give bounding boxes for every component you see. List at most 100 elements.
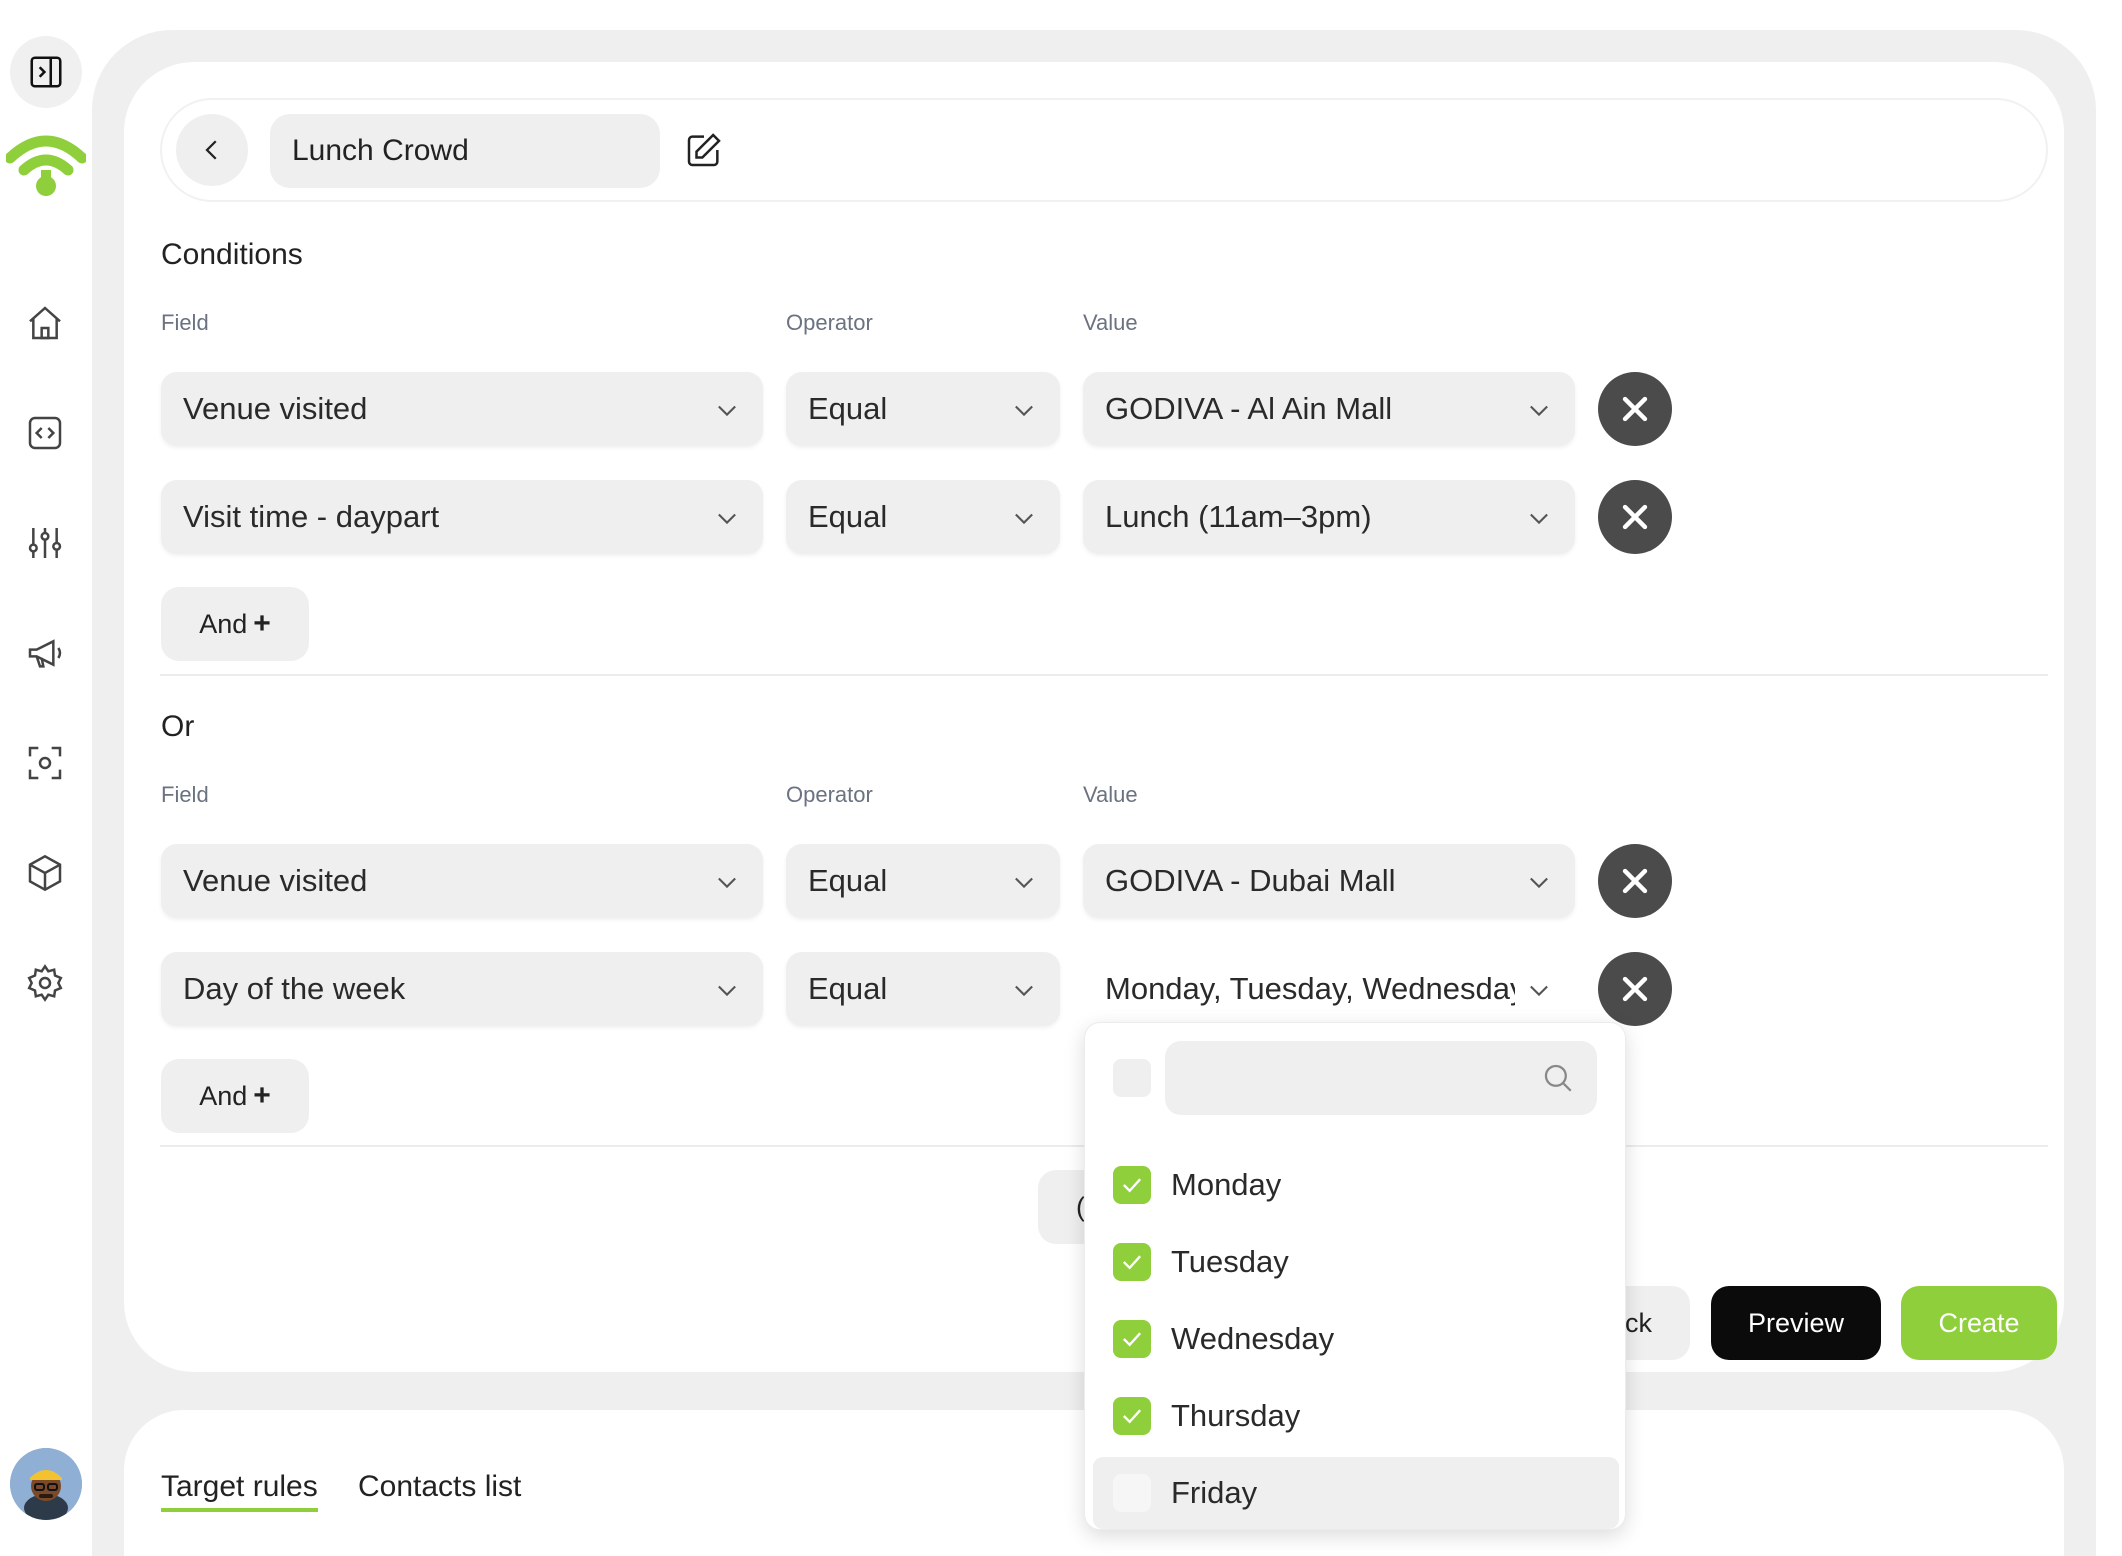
dropdown-option-friday[interactable]: Friday	[1093, 1457, 1619, 1529]
value-label: Value	[1083, 782, 1138, 807]
megaphone-icon	[28, 639, 62, 668]
field-select[interactable]: Venue visited	[161, 844, 763, 918]
nav-home[interactable]	[22, 300, 68, 346]
nav-campaigns[interactable]	[22, 630, 68, 676]
value-select-value: GODIVA - Dubai Mall	[1105, 863, 1396, 898]
checkbox-unchecked[interactable]	[1113, 1474, 1151, 1512]
dropdown-option-monday[interactable]: Monday	[1093, 1149, 1619, 1221]
value-select[interactable]: GODIVA - Dubai Mall	[1083, 844, 1575, 918]
divider	[160, 674, 2048, 676]
nav-settings[interactable]	[22, 960, 68, 1006]
select-all-checkbox[interactable]	[1113, 1059, 1151, 1097]
remove-condition-button[interactable]	[1598, 480, 1672, 554]
search-icon	[1544, 1064, 1572, 1092]
operator-label: Operator	[786, 782, 873, 807]
checkbox-checked[interactable]	[1113, 1166, 1151, 1204]
conditions-title: Conditions	[161, 238, 303, 271]
nav-code[interactable]	[22, 410, 68, 456]
sidebar-toggle-icon	[30, 56, 62, 88]
back-step-label: ck	[1625, 1307, 1652, 1338]
value-select[interactable]: GODIVA - Al Ain Mall	[1083, 372, 1575, 446]
chevron-down-icon	[718, 513, 736, 525]
chevron-down-icon	[1015, 877, 1033, 889]
cube-icon	[28, 854, 62, 892]
sidebar-toggle-button[interactable]	[10, 36, 82, 108]
tab-contacts-list[interactable]: Contacts list	[358, 1470, 521, 1504]
segment-name-field[interactable]: Lunch Crowd	[270, 114, 660, 188]
value-select-value: GODIVA - Al Ain Mall	[1105, 391, 1393, 426]
nav-filters[interactable]	[22, 520, 68, 566]
create-button[interactable]: Create	[1901, 1286, 2057, 1360]
value-select-value: Lunch (11am–3pm)	[1105, 499, 1372, 534]
dropdown-option-tuesday[interactable]: Tuesday	[1093, 1226, 1619, 1298]
gear-icon	[27, 964, 63, 1002]
preview-button[interactable]: Preview	[1711, 1286, 1881, 1360]
checkbox-checked[interactable]	[1113, 1243, 1151, 1281]
option-label: Monday	[1171, 1167, 1282, 1202]
field-select-value: Venue visited	[183, 863, 368, 898]
close-icon	[1622, 976, 1648, 1002]
avatar-image	[10, 1448, 82, 1520]
field-select[interactable]: Visit time - daypart	[161, 480, 763, 554]
field-select-value: Visit time - daypart	[183, 499, 440, 534]
remove-condition-button[interactable]	[1598, 372, 1672, 446]
remove-condition-button[interactable]	[1598, 952, 1672, 1026]
dropdown-option-thursday[interactable]: Thursday	[1093, 1380, 1619, 1452]
chevron-down-icon	[1530, 985, 1548, 997]
operator-select[interactable]: Equal	[786, 952, 1060, 1026]
back-button[interactable]	[176, 114, 248, 186]
option-label: Tuesday	[1171, 1244, 1289, 1279]
check-icon	[1123, 1178, 1142, 1193]
nav-scan[interactable]	[22, 740, 68, 786]
checkbox-checked[interactable]	[1113, 1320, 1151, 1358]
chevron-down-icon	[1530, 877, 1548, 889]
chevron-down-icon	[718, 877, 736, 889]
option-label: Thursday	[1171, 1398, 1301, 1433]
operator-label: Operator	[786, 310, 873, 335]
day-of-week-dropdown: Monday Tuesday Wednesday Thursday Friday	[1084, 1022, 1626, 1530]
operator-select[interactable]: Equal	[786, 844, 1060, 918]
and-button-label: And	[199, 1080, 248, 1111]
close-icon	[1622, 504, 1648, 530]
value-multiselect[interactable]: Monday, Tuesday, Wednesday	[1083, 952, 1575, 1026]
close-icon	[1622, 868, 1648, 894]
operator-select[interactable]: Equal	[786, 480, 1060, 554]
value-select[interactable]: Lunch (11am–3pm)	[1083, 480, 1575, 554]
edit-icon	[687, 133, 721, 167]
sliders-icon	[28, 528, 62, 558]
field-select-value: Day of the week	[183, 971, 406, 1006]
edit-name-button[interactable]	[682, 128, 726, 172]
chevron-down-icon	[1015, 985, 1033, 997]
check-icon	[1123, 1332, 1142, 1347]
dropdown-option-wednesday[interactable]: Wednesday	[1093, 1303, 1619, 1375]
close-icon	[1622, 396, 1648, 422]
field-label: Field	[161, 782, 209, 807]
create-label: Create	[1938, 1307, 2020, 1338]
operator-select[interactable]: Equal	[786, 372, 1060, 446]
field-select[interactable]: Day of the week	[161, 952, 763, 1026]
plus-icon: +	[253, 1079, 271, 1112]
add-and-condition-button[interactable]: And +	[161, 587, 309, 661]
remove-condition-button[interactable]	[1598, 844, 1672, 918]
dropdown-search-input[interactable]	[1165, 1041, 1597, 1115]
code-icon	[28, 416, 62, 450]
option-label: Wednesday	[1171, 1321, 1335, 1356]
wifi-logo-icon	[6, 135, 86, 196]
tab-target-rules[interactable]: Target rules	[161, 1470, 318, 1512]
chevron-down-icon	[1530, 405, 1548, 417]
preview-label: Preview	[1747, 1307, 1845, 1338]
check-icon	[1123, 1255, 1142, 1270]
chevron-down-icon	[718, 985, 736, 997]
chevron-down-icon	[1015, 513, 1033, 525]
chevron-down-icon	[718, 405, 736, 417]
avatar[interactable]	[10, 1448, 82, 1520]
field-select[interactable]: Venue visited	[161, 372, 763, 446]
value-select-value: Monday, Tuesday, Wednesday	[1105, 971, 1515, 1006]
nav-products[interactable]	[22, 850, 68, 896]
field-label: Field	[161, 310, 209, 335]
chevron-down-icon	[1530, 513, 1548, 525]
add-and-condition-button[interactable]: And +	[161, 1059, 309, 1133]
field-select-value: Venue visited	[183, 391, 368, 426]
option-label: Friday	[1171, 1475, 1258, 1510]
checkbox-checked[interactable]	[1113, 1397, 1151, 1435]
